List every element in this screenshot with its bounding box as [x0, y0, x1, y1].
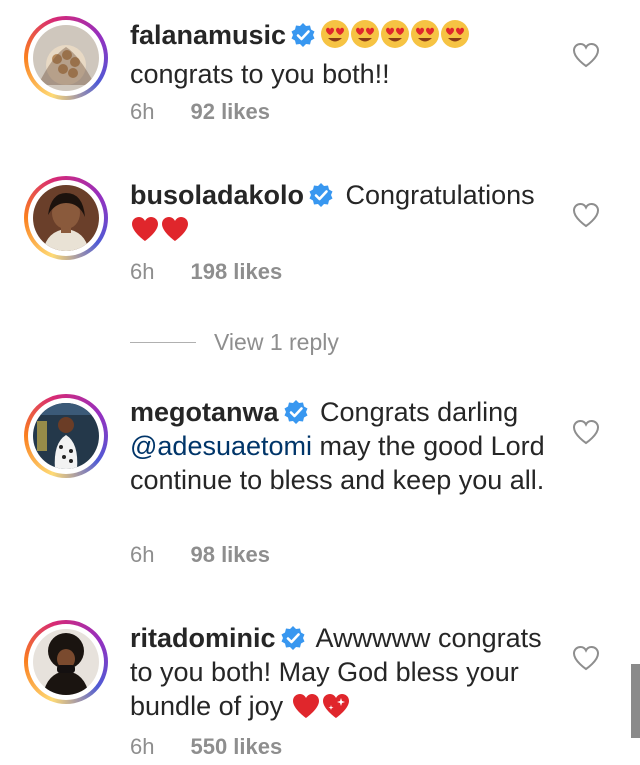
comment-body: Congrats darling	[320, 397, 519, 427]
verified-badge-icon	[280, 625, 306, 651]
heart-eyes-icon	[380, 19, 410, 57]
heart-eyes-icon	[410, 19, 440, 57]
comment-time: 6h	[130, 542, 155, 567]
comment-body: Congratulations	[345, 180, 535, 210]
story-ring[interactable]	[24, 16, 108, 100]
view-replies-label: View 1 reply	[214, 328, 339, 355]
comment-text: falanamusic congrats to you both!!	[130, 18, 550, 91]
comment-username[interactable]: megotanwa	[130, 397, 279, 427]
avatar[interactable]	[33, 185, 99, 251]
comment-time: 6h	[130, 734, 155, 759]
divider	[130, 341, 196, 343]
comment-time: 6h	[130, 259, 155, 284]
sparkling-heart-icon	[321, 692, 351, 728]
heart-emojis	[283, 691, 351, 721]
heart-eyes-icon	[320, 19, 350, 57]
avatar[interactable]	[33, 25, 99, 91]
comment-likes[interactable]: 98 likes	[190, 542, 270, 567]
verified-badge-icon	[283, 399, 309, 425]
avatar[interactable]	[33, 403, 99, 469]
comment-username[interactable]: busoladakolo	[130, 180, 304, 210]
comment-meta: 6h 550 likes	[130, 734, 282, 760]
story-ring[interactable]	[24, 394, 108, 478]
comment-body: congrats to you both!!	[130, 59, 390, 89]
like-heart-icon[interactable]	[572, 419, 600, 445]
heart-eyes-icon	[440, 19, 470, 57]
verified-badge-icon	[308, 182, 334, 208]
scrollbar-thumb[interactable]	[631, 664, 640, 738]
view-replies-button[interactable]: View 1 reply	[130, 325, 339, 359]
comment-text: busoladakolo Congratulations	[130, 178, 550, 251]
comment-likes[interactable]: 550 likes	[190, 734, 282, 759]
like-heart-icon[interactable]	[572, 645, 600, 671]
heart-eyes-emojis	[320, 20, 470, 50]
red-heart-icon	[291, 692, 321, 728]
red-hearts-emojis	[130, 214, 190, 244]
comment-username[interactable]: ritadominic	[130, 623, 276, 653]
comment-meta: 6h 198 likes	[130, 259, 282, 285]
comment-meta: 6h 92 likes	[130, 99, 270, 125]
avatar[interactable]	[33, 629, 99, 695]
story-ring[interactable]	[24, 620, 108, 704]
like-heart-icon[interactable]	[572, 42, 600, 68]
comment-likes[interactable]: 198 likes	[190, 259, 282, 284]
red-heart-icon	[160, 215, 190, 251]
like-heart-icon[interactable]	[572, 202, 600, 228]
heart-eyes-icon	[350, 19, 380, 57]
comment-time: 6h	[130, 99, 155, 124]
comment-text: megotanwa Congrats darling @adesuaetomi …	[130, 395, 550, 497]
red-heart-icon	[130, 215, 160, 251]
comment-likes[interactable]: 92 likes	[190, 99, 270, 124]
mention-link[interactable]: @adesuaetomi	[130, 431, 312, 461]
verified-badge-icon	[290, 22, 316, 48]
comment-username[interactable]: falanamusic	[130, 20, 286, 50]
comment-text: ritadominic Awwwww congrats to you both!…	[130, 621, 550, 728]
comment-meta: 6h 98 likes	[130, 542, 270, 568]
story-ring[interactable]	[24, 176, 108, 260]
